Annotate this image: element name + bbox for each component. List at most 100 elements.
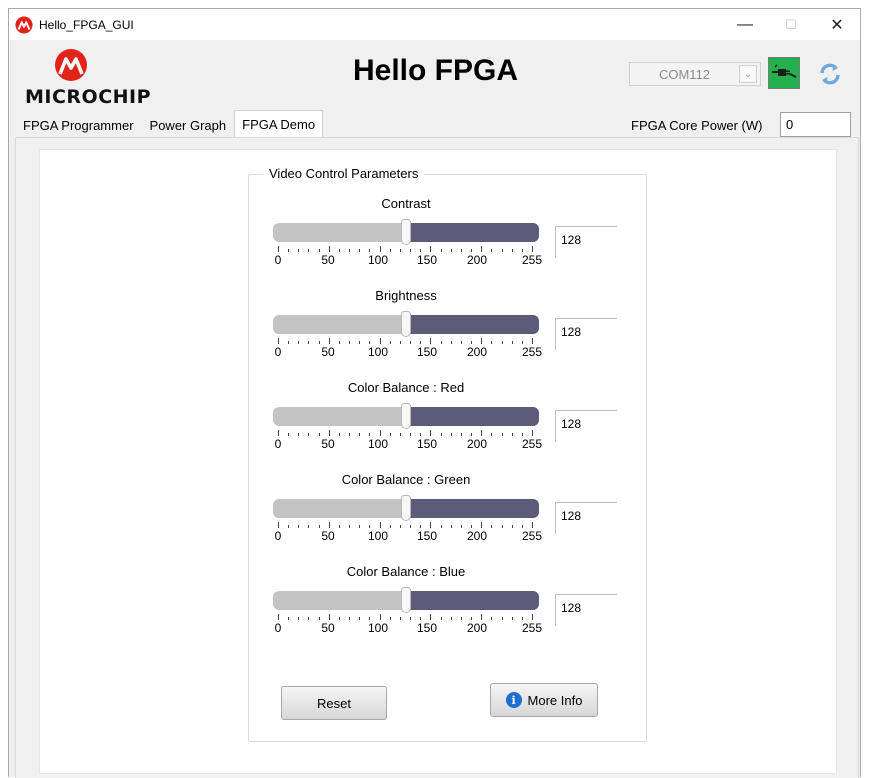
slider-tick <box>512 617 513 620</box>
slider-track[interactable] <box>273 403 539 429</box>
slider-tick <box>380 522 381 528</box>
slider-value-field[interactable]: 128 <box>555 502 617 534</box>
slider-thumb[interactable] <box>401 311 411 337</box>
slider-tick <box>522 525 523 528</box>
demo-panel: Video Control Parameters Contrast 0 50 100 1… <box>39 149 837 774</box>
slider-tick <box>390 525 391 528</box>
info-icon: i <box>505 692 522 708</box>
slider-tick <box>369 525 370 528</box>
slider-value-field[interactable]: 128 <box>555 226 617 258</box>
tick-label: 0 <box>274 437 282 451</box>
tab-fpga-demo[interactable]: FPGA Demo <box>234 110 324 138</box>
slider-thumb[interactable] <box>401 403 411 429</box>
slider-tick <box>532 614 533 620</box>
slider-tick <box>461 433 462 436</box>
tick-label: 255 <box>521 437 543 451</box>
title-bar: Hello_FPGA_GUI — ☐ ✕ <box>9 9 860 40</box>
slider-tick <box>420 249 421 252</box>
slider-tick <box>400 617 401 620</box>
slider-tick <box>420 433 421 436</box>
slider-tick <box>502 617 503 620</box>
slider-tick <box>522 249 523 252</box>
close-button[interactable]: ✕ <box>814 9 860 40</box>
tick-label: 100 <box>367 345 389 359</box>
com-port-select[interactable]: COM112 ⌄ <box>629 62 761 86</box>
slider-tick <box>298 433 299 436</box>
slider-value-field[interactable]: 128 <box>555 594 617 626</box>
slider-tick <box>481 246 482 252</box>
slider-thumb[interactable] <box>401 587 411 613</box>
slider-tick <box>471 433 472 436</box>
slider-label: Brightness <box>375 288 437 303</box>
slider-tick <box>319 433 320 436</box>
tick-label: 200 <box>466 529 488 543</box>
chevron-down-icon[interactable]: ⌄ <box>739 65 757 83</box>
slider-tick <box>288 249 289 252</box>
slider-fill <box>273 223 407 242</box>
slider-tick <box>349 525 350 528</box>
slider-tick <box>329 430 330 436</box>
reset-button[interactable]: Reset <box>281 686 387 720</box>
slider-tick <box>339 341 340 344</box>
slider-tick <box>349 249 350 252</box>
connect-button[interactable] <box>768 57 800 89</box>
slider-thumb[interactable] <box>401 219 411 245</box>
tick-label: 150 <box>416 437 438 451</box>
slider-value-field[interactable]: 128 <box>555 410 617 442</box>
slider-track[interactable] <box>273 587 539 613</box>
slider-remaining <box>407 315 539 334</box>
more-info-button[interactable]: i More Info <box>490 683 598 717</box>
minimize-button[interactable]: — <box>722 9 768 40</box>
slider-track[interactable] <box>273 495 539 521</box>
slider-track[interactable] <box>273 311 539 337</box>
slider-tick <box>349 617 350 620</box>
slider-tick <box>369 249 370 252</box>
slider-tick <box>319 525 320 528</box>
slider-value-field[interactable]: 128 <box>555 318 617 350</box>
refresh-button[interactable] <box>817 61 843 87</box>
tick-label: 50 <box>321 437 335 451</box>
slider-track[interactable] <box>273 219 539 245</box>
slider-tick <box>491 617 492 620</box>
slider-tick <box>369 617 370 620</box>
slider-tick <box>380 430 381 436</box>
slider-tick <box>380 338 381 344</box>
slider-tick <box>491 433 492 436</box>
slider-tick <box>502 341 503 344</box>
slider-tick <box>298 341 299 344</box>
tab-power-graph[interactable]: Power Graph <box>142 112 235 137</box>
slider-tick <box>329 338 330 344</box>
slider-tick <box>532 522 533 528</box>
slider-remaining <box>407 407 539 426</box>
slider-tick <box>278 338 279 344</box>
slider-tick <box>451 249 452 252</box>
slider-tick <box>451 525 452 528</box>
com-port-value: COM112 <box>658 66 711 82</box>
maximize-button[interactable]: ☐ <box>768 9 814 40</box>
slider-tick-labels: 0 50 100 150 200 255 <box>275 345 542 359</box>
tick-label: 0 <box>274 253 282 267</box>
slider-tick <box>278 246 279 252</box>
slider-tick <box>522 341 523 344</box>
slider-tick <box>359 433 360 436</box>
slider-tick <box>410 433 411 436</box>
tick-label: 255 <box>521 345 543 359</box>
slider-tick <box>430 338 431 344</box>
slider-tick <box>410 249 411 252</box>
tick-label: 150 <box>416 529 438 543</box>
tab-fpga-programmer[interactable]: FPGA Programmer <box>15 112 142 137</box>
group-title: Video Control Parameters <box>263 166 425 181</box>
tick-label: 150 <box>416 621 438 635</box>
more-info-label: More Info <box>527 692 583 708</box>
slider-tick <box>308 617 309 620</box>
slider-tick <box>512 525 513 528</box>
tick-label: 255 <box>521 253 543 267</box>
slider-tick <box>369 341 370 344</box>
slider-thumb[interactable] <box>401 495 411 521</box>
slider-tick <box>481 338 482 344</box>
slider-tick <box>532 246 533 252</box>
slider-tick <box>512 341 513 344</box>
slider-tick <box>390 617 391 620</box>
slider-tick <box>288 525 289 528</box>
app-window: Hello_FPGA_GUI — ☐ ✕ MICROCHIP Hello FPG… <box>8 8 861 778</box>
